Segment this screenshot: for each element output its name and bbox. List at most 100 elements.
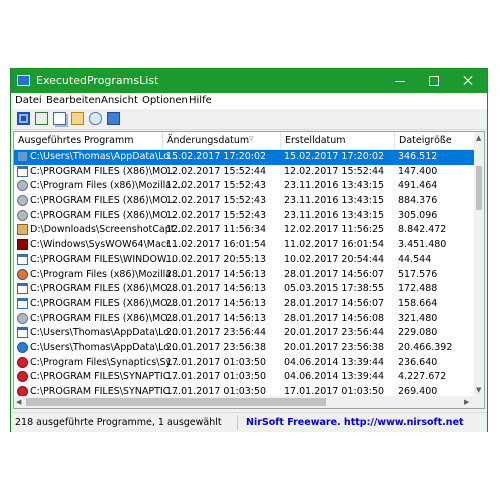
save-icon[interactable] [17, 112, 30, 125]
cell-modified: 12.02.2017 15:52:43 [166, 209, 267, 221]
cell-created: 28.01.2017 14:56:07 [284, 297, 385, 309]
cell-program: C:\Users\Thomas\AppData\Lo... [30, 341, 178, 353]
gear-icon [17, 195, 28, 207]
list-header: Ausgeführtes Programm Änderungsdatum ▿ E… [14, 132, 474, 150]
cell-modified: 12.02.2017 15:52:43 [166, 195, 267, 207]
table-row[interactable]: C:\Program Files (x86)\Mozilla ... 12.02.… [14, 179, 474, 194]
menu-hilfe[interactable]: Hilfe [189, 95, 212, 106]
properties-icon[interactable] [71, 112, 84, 125]
cell-size: 346.512 [398, 151, 438, 162]
cell-size: 3.451.480 [398, 239, 447, 251]
gear-icon [17, 209, 28, 221]
cell-modified: 10.02.2017 20:55:13 [166, 253, 267, 265]
cell-modified: 17.01.2017 01:03:50 [166, 371, 267, 383]
cell-created: 05.03.2015 17:38:55 [284, 283, 385, 295]
table-row[interactable]: C:\Users\Thomas\AppData\Lo... 20.01.2017 … [14, 341, 474, 356]
table-row[interactable]: C:\PROGRAM FILES (X86)\MO... 12.02.2017 1… [14, 165, 474, 180]
title-bar[interactable]: ExecutedProgramsList [11, 69, 487, 93]
cell-created: 12.02.2017 15:52:44 [284, 165, 385, 177]
table-row[interactable]: C:\Windows\SysWOW64\Macr... 11.02.2017 16… [14, 238, 474, 253]
program-list[interactable]: Ausgeführtes Programm Änderungsdatum ▿ E… [13, 131, 485, 409]
table-row[interactable]: C:\PROGRAM FILES (X86)\MO... 12.02.2017 1… [14, 194, 474, 209]
column-divider[interactable] [162, 132, 163, 149]
cell-size: 229.080 [398, 327, 438, 339]
cell-program: C:\PROGRAM FILES\WINDOW... [30, 253, 175, 265]
table-row[interactable]: C:\Program Files\Synaptics\Sy... 17.01.20… [14, 356, 474, 371]
cell-created: 20.01.2017 23:56:44 [284, 327, 385, 339]
menu-ansicht[interactable]: Ansicht [101, 95, 138, 106]
cell-program: C:\PROGRAM FILES (X86)\MO... [30, 165, 177, 177]
cell-size: 517.576 [398, 268, 438, 280]
scroll-right-icon[interactable]: ▶ [464, 398, 469, 406]
window-title: ExecutedProgramsList [36, 74, 159, 87]
table-row[interactable]: C:\PROGRAM FILES (X86)\MO... 28.01.2017 1… [14, 297, 474, 312]
table-row[interactable]: C:\PROGRAM FILES\WINDOW... 10.02.2017 20:… [14, 253, 474, 268]
cell-size: 305.096 [398, 209, 438, 221]
maximize-button[interactable] [417, 69, 451, 93]
nirsoft-link[interactable]: NirSoft Freeware. http://www.nirsoft.net [246, 417, 464, 428]
scroll-down-icon[interactable]: ▼ [476, 386, 481, 394]
cell-program: C:\PROGRAM FILES (X86)\MO... [30, 312, 177, 324]
scroll-left-icon[interactable]: ◀ [16, 398, 21, 406]
column-header-program[interactable]: Ausgeführtes Programm [18, 135, 134, 146]
cell-program: C:\PROGRAM FILES (X86)\MO... [30, 209, 177, 221]
column-header-size[interactable]: Dateigröße [399, 135, 452, 146]
cell-modified: 12.02.2017 15:52:44 [166, 165, 267, 177]
app-window: ExecutedProgramsList Datei Bearbeiten An… [10, 68, 488, 432]
table-row[interactable]: C:\Program Files (x86)\Mozilla ... 28.01.… [14, 268, 474, 283]
column-divider[interactable] [394, 132, 395, 149]
cell-size: 321.480 [398, 312, 438, 324]
gear-icon [17, 180, 28, 192]
column-divider[interactable] [280, 132, 281, 149]
cell-created: 20.01.2017 23:56:38 [284, 341, 385, 353]
column-header-created[interactable]: Erstelldatum [285, 135, 346, 146]
cell-program: C:\Program Files (x86)\Mozilla ... [30, 268, 184, 280]
cell-created: 23.11.2016 13:43:15 [284, 195, 385, 207]
table-row[interactable]: C:\Users\Thomas\AppData\Lo... 20.01.2017 … [14, 326, 474, 341]
minimize-button[interactable] [383, 69, 417, 93]
cell-modified: 15.02.2017 17:20:02 [166, 151, 267, 162]
cell-program: C:\PROGRAM FILES (X86)\MO... [30, 195, 177, 207]
column-header-modified[interactable]: Änderungsdatum [167, 135, 249, 146]
cell-size: 4.227.672 [398, 371, 447, 383]
cell-created: 23.11.2016 13:43:15 [284, 209, 385, 221]
exit-icon[interactable] [107, 112, 120, 125]
cell-program: C:\Users\Thomas\AppData\Lo... [30, 327, 178, 339]
close-button[interactable] [451, 69, 485, 93]
cell-program: C:\PROGRAM FILES (X86)\MO... [30, 283, 177, 295]
table-row[interactable]: C:\PROGRAM FILES (X86)\MO... 28.01.2017 1… [14, 312, 474, 327]
status-bar: 218 ausgeführte Programme, 1 ausgewählt … [11, 412, 487, 432]
cell-program: C:\Windows\SysWOW64\Macr... [30, 239, 179, 251]
table-row[interactable]: C:\Users\Thomas\AppData\Lo... 15.02.2017 … [14, 150, 474, 165]
cell-created: 11.02.2017 16:01:54 [284, 239, 385, 251]
window-icon [17, 253, 28, 265]
refresh-icon[interactable] [35, 112, 48, 125]
cloud-icon [17, 341, 28, 353]
table-row[interactable]: C:\PROGRAM FILES (X86)\MO... 12.02.2017 1… [14, 209, 474, 224]
table-row[interactable]: C:\PROGRAM FILES\SYNAPTIC... 17.01.2017 0… [14, 370, 474, 385]
cell-program: C:\Program Files (x86)\Mozilla ... [30, 180, 184, 192]
copy-icon[interactable] [53, 112, 66, 125]
table-row[interactable]: D:\Downloads\ScreenshotCapt... 12.02.2017… [14, 223, 474, 238]
menu-bearbeiten[interactable]: Bearbeiten [46, 95, 101, 106]
cell-size: 172.488 [398, 283, 438, 295]
horizontal-scroll-thumb[interactable] [26, 398, 326, 406]
app-icon [17, 75, 30, 86]
scroll-up-icon[interactable]: ▲ [476, 134, 481, 142]
cell-created: 15.02.2017 17:20:02 [284, 151, 385, 162]
cell-modified: 28.01.2017 14:56:13 [166, 283, 267, 295]
cell-created: 10.02.2017 20:54:44 [284, 253, 385, 265]
menu-datei[interactable]: Datei [15, 95, 42, 106]
menu-optionen[interactable]: Optionen [142, 95, 188, 106]
cell-created: 04.06.2014 13:39:44 [284, 371, 385, 383]
window-icon [17, 283, 28, 295]
cell-size: 236.640 [398, 356, 438, 368]
cell-modified: 11.02.2017 16:01:54 [166, 239, 267, 251]
table-row[interactable]: C:\PROGRAM FILES (X86)\MO... 28.01.2017 1… [14, 282, 474, 297]
find-icon[interactable] [89, 112, 102, 125]
vertical-scroll-thumb[interactable] [476, 166, 482, 210]
cell-program: C:\PROGRAM FILES\SYNAPTIC... [30, 371, 179, 383]
synaptics-icon [17, 356, 28, 368]
scroll-corner [474, 396, 484, 408]
window-icon [17, 165, 28, 177]
